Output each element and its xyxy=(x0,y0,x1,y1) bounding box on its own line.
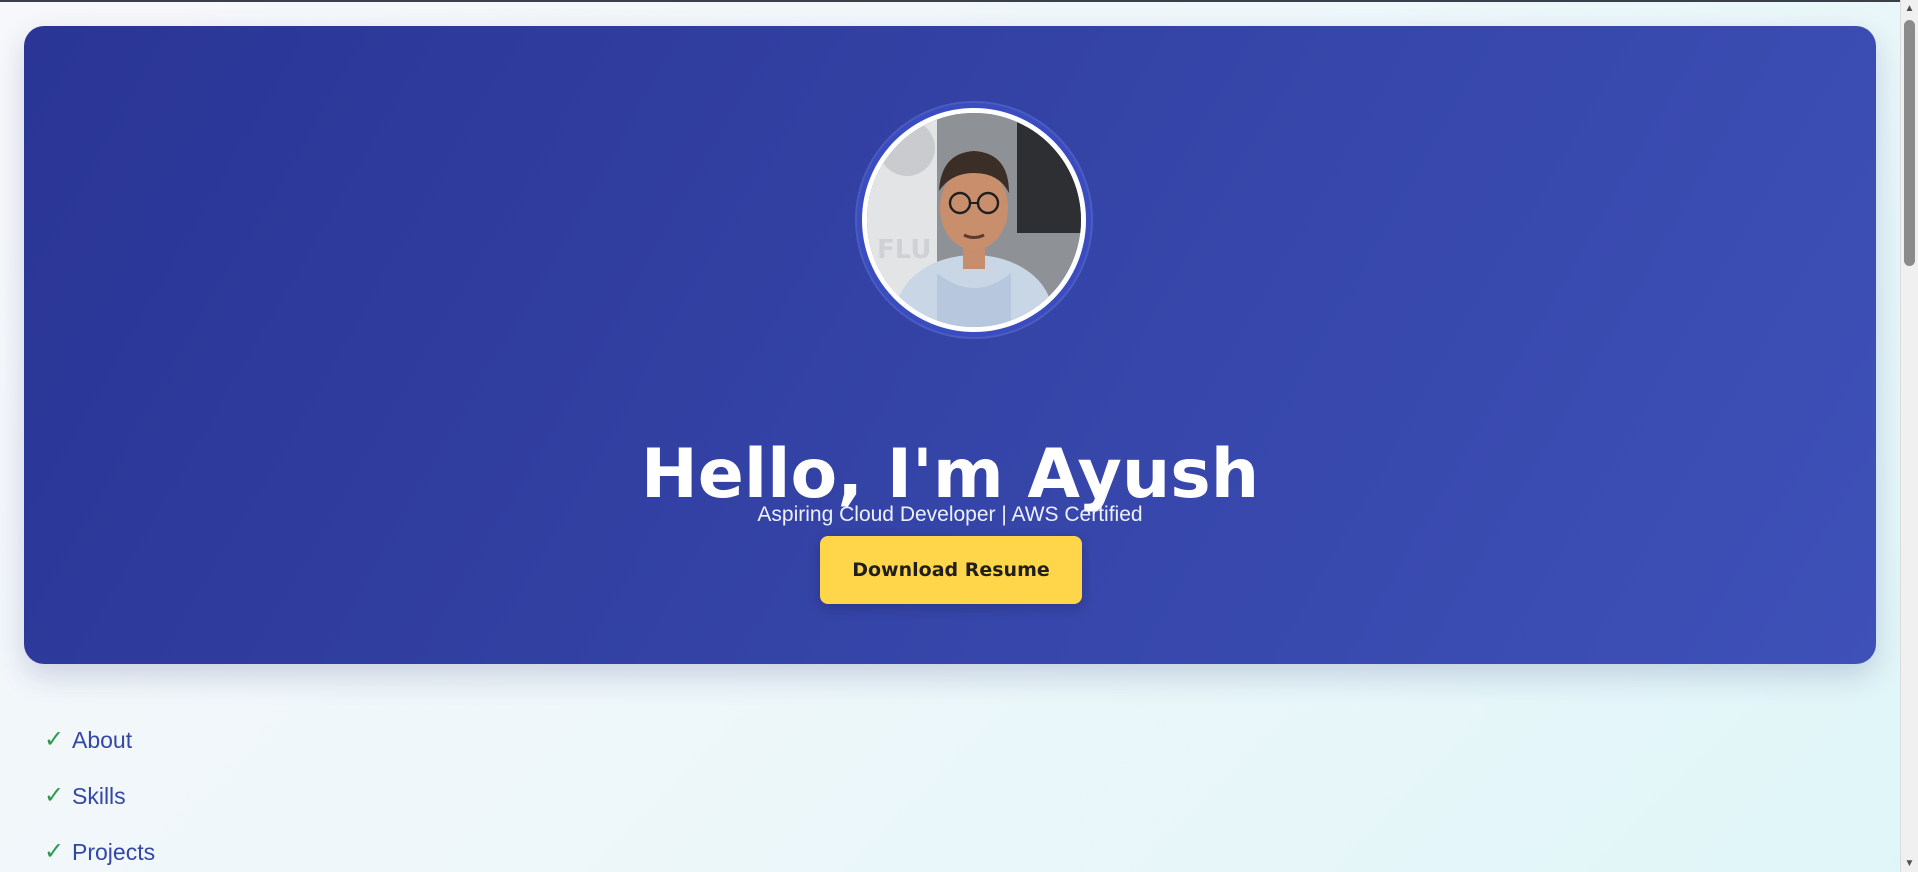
profile-avatar-ring: FLU xyxy=(857,103,1091,337)
check-icon: ✓ xyxy=(44,782,65,809)
scrollbar-thumb[interactable] xyxy=(1904,20,1915,266)
profile-photo: FLU xyxy=(867,113,1081,327)
nav-link-skills[interactable]: Skills xyxy=(72,783,126,810)
nav-item-projects: ✓ Projects xyxy=(44,824,155,872)
nav-link-projects[interactable]: Projects xyxy=(72,839,155,866)
window-top-border xyxy=(0,0,1918,2)
hero-subtitle: Aspiring Cloud Developer | AWS Certified xyxy=(757,503,1143,526)
hero-section: FLU Hello, I'm Ayush Aspiring Cloud Deve… xyxy=(24,26,1876,664)
svg-text:FLU: FLU xyxy=(877,235,932,265)
nav-item-about: ✓ About xyxy=(44,712,155,768)
scroll-up-arrow-icon[interactable]: ▲ xyxy=(1901,0,1918,17)
check-icon: ✓ xyxy=(44,726,65,753)
nav-link-about[interactable]: About xyxy=(72,727,132,754)
download-resume-button[interactable]: Download Resume xyxy=(820,536,1082,604)
check-icon: ✓ xyxy=(44,838,65,865)
vertical-scrollbar[interactable]: ▲ ▼ xyxy=(1900,0,1918,872)
profile-avatar: FLU xyxy=(862,108,1086,332)
scroll-down-arrow-icon[interactable]: ▼ xyxy=(1901,855,1918,872)
section-nav-list: ✓ About ✓ Skills ✓ Projects xyxy=(44,712,155,872)
nav-item-skills: ✓ Skills xyxy=(44,768,155,824)
person-photo-icon: FLU xyxy=(867,113,1081,327)
